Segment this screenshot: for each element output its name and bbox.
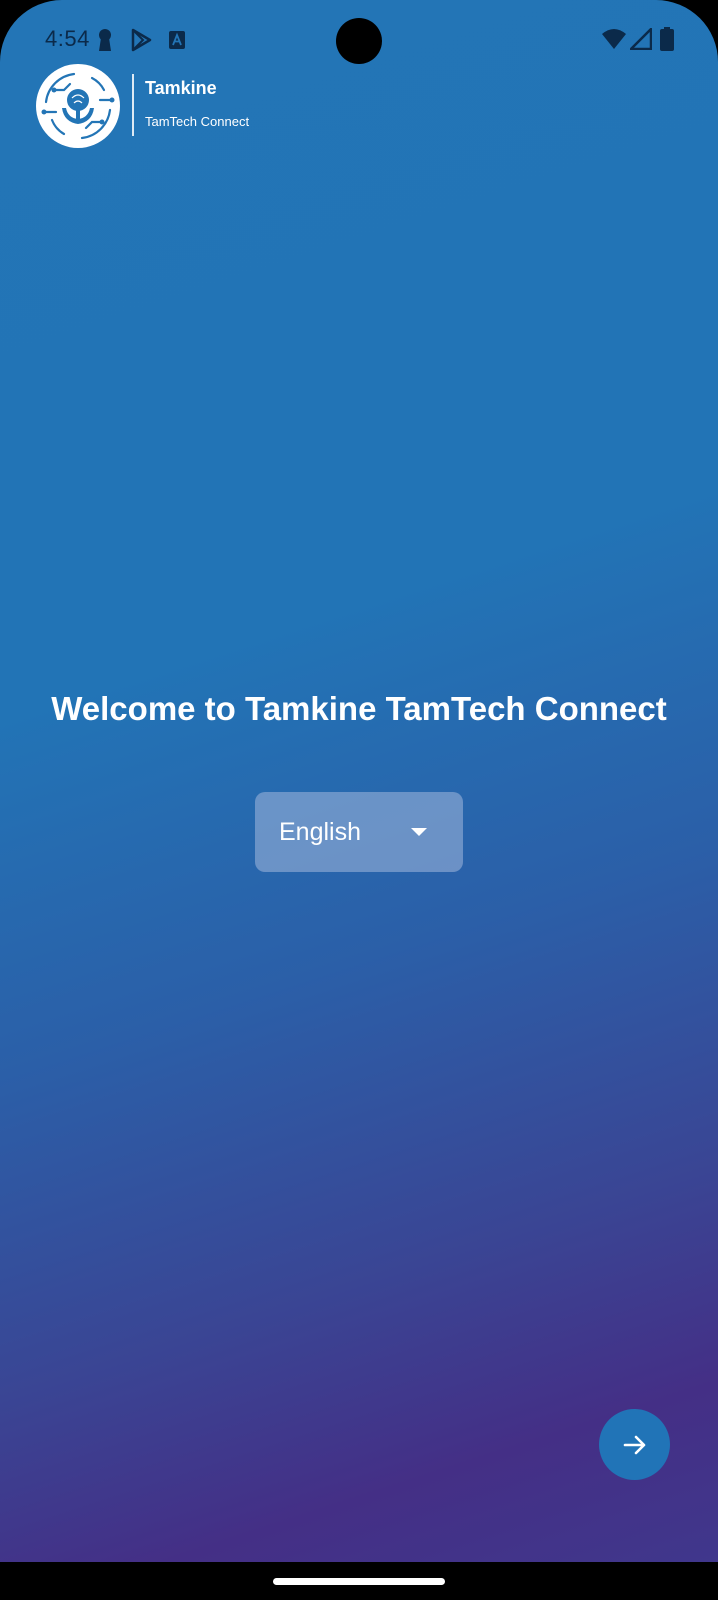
app-screen: 4:54 Tamkine TamTech Connect Welcome to … xyxy=(0,0,718,1562)
language-select[interactable]: English xyxy=(255,792,463,872)
next-button[interactable] xyxy=(599,1409,670,1480)
brand-header: Tamkine TamTech Connect xyxy=(34,62,294,150)
cell-signal-icon xyxy=(629,27,653,55)
tamkine-logo-icon xyxy=(34,62,122,150)
brand-name: Tamkine xyxy=(145,78,217,98)
language-select-value: English xyxy=(279,818,361,846)
brand-divider xyxy=(132,74,134,136)
home-indicator[interactable] xyxy=(273,1578,445,1585)
keyhole-icon xyxy=(97,28,113,57)
caret-down-icon xyxy=(411,828,427,836)
battery-icon xyxy=(660,27,674,56)
font-a-icon xyxy=(168,30,186,55)
front-camera xyxy=(336,18,382,64)
status-time: 4:54 xyxy=(45,26,90,51)
wifi-icon xyxy=(601,28,627,55)
play-store-icon xyxy=(130,28,152,57)
welcome-heading: Welcome to Tamkine TamTech Connect xyxy=(51,690,667,727)
brand-subtitle: TamTech Connect xyxy=(145,114,250,129)
